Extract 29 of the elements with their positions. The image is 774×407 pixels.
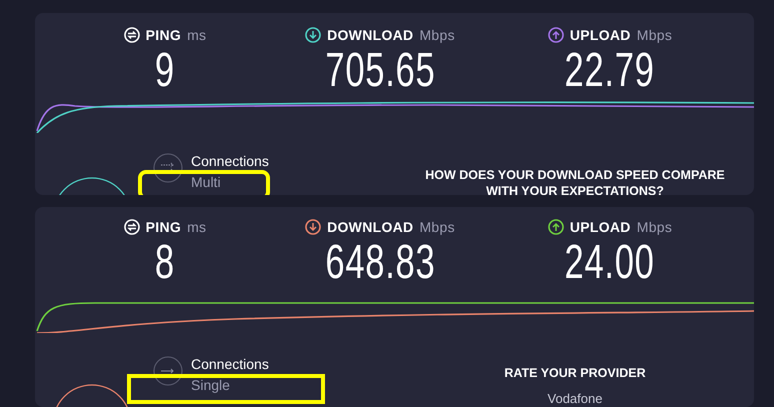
connections-value: Single [191,377,231,393]
metric-label: UPLOAD [570,219,631,235]
unit-label: Mbps [419,219,455,235]
side-heading: HOW DOES YOUR DOWNLOAD SPEED COMPARE WITH YOUR EXPECTATIONS? [424,167,726,195]
ping-icon [124,27,140,43]
unit-label: Mbps [419,27,455,43]
connections-value: Multi [191,174,222,190]
unit-label: ms [187,219,206,235]
metric-value: 22.79 [564,47,656,95]
ping-icon [124,219,140,235]
metric-label: PING [146,219,182,235]
connections-icon [153,356,183,386]
metric-label: DOWNLOAD [327,27,414,43]
metric-value: 24.00 [564,239,656,287]
connections-icon [153,153,183,183]
metric-label: DOWNLOAD [327,219,414,235]
unit-label: Mbps [636,219,672,235]
metric-value: 8 [155,239,175,287]
metric-value: 705.65 [324,47,436,95]
metric-value: 9 [155,47,175,95]
metric-label: UPLOAD [570,27,631,43]
metric-label: PING [146,27,182,43]
connections-label: Connections [191,153,269,169]
provider-name: Vodafone [548,391,602,406]
metric-value: 648.83 [324,239,436,287]
connections-label: Connections [191,356,269,372]
unit-label: ms [187,27,206,43]
side-heading: RATE YOUR PROVIDER [503,365,647,381]
unit-label: Mbps [636,27,672,43]
